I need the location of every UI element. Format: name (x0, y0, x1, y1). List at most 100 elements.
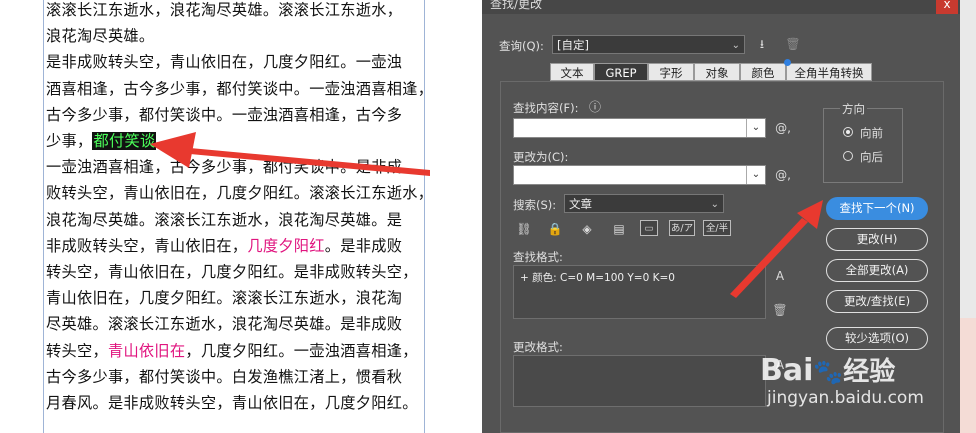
specify-find-format-icon[interactable]: A (771, 268, 789, 284)
text-run: 尽英雄。滚滚长江东逝水，浪花淘尽英雄。是非成败 (46, 315, 403, 334)
include-locked-layers-icon[interactable]: ⛓ (515, 221, 533, 237)
save-query-icon[interactable]: ⭳ (753, 36, 771, 52)
change-find-button[interactable]: 更改/查找(E) (826, 290, 928, 313)
document-line: 尽英雄。滚滚长江东逝水，浪花淘尽英雄。是非成败 (46, 311, 424, 337)
change-format-label: 更改格式: (513, 340, 563, 354)
document-line: 非成败转头空，青山依旧在，几度夕阳红。是非成败 (46, 233, 424, 259)
document-line: 少事，都付笑谈 (46, 128, 424, 154)
tab-label: 对象 (705, 66, 729, 80)
tab-notification-dot (784, 59, 791, 66)
kana-sensitive-icon[interactable]: あ/ア (669, 220, 695, 236)
find-format-label: 查找格式: (513, 250, 563, 264)
forward-label[interactable]: 向前 (860, 125, 883, 141)
watermark-brand-b: 经验 (843, 357, 896, 387)
close-button[interactable]: x (936, 0, 958, 14)
width-sensitive-icon[interactable]: 全/半 (703, 220, 731, 236)
tab-label: 文本 (560, 66, 584, 80)
found-text-highlight: 都付笑谈 (92, 132, 157, 151)
document-line: 滚滚长江东逝水，浪花淘尽英雄。滚滚长江东逝水， (46, 0, 424, 23)
query-select[interactable]: [自定] ⌄ (552, 35, 745, 54)
tab-label: 全角半角转换 (794, 66, 864, 80)
change-all-button[interactable]: 全部更改(A) (826, 259, 928, 282)
info-icon[interactable]: ⓘ (588, 99, 602, 115)
document-line: 转头空，青山依旧在，几度夕阳红。一壶浊酒喜相逢， (46, 338, 424, 364)
text-run: 酒喜相逢，古今多少事，都付笑谈中。一壶浊酒喜相逢， (46, 79, 434, 98)
document-text-frame[interactable]: 滚滚长江东逝水，浪花淘尽英雄。滚滚长江东逝水， 浪花淘尽英雄。是非成败转头空，青山… (46, 0, 433, 416)
tab-grep[interactable]: GREP (594, 63, 648, 81)
include-footnotes-icon[interactable]: ▭ (640, 220, 658, 236)
tab-glyph[interactable]: 字形 (648, 63, 694, 81)
text-run: 少事， (46, 132, 93, 151)
document-line: 败转头空，青山依旧在，几度夕阳红。滚滚长江东逝水， (46, 180, 433, 206)
document-line: 浪花淘尽英雄。 (46, 23, 424, 49)
text-run: 。是非成败 (324, 236, 403, 255)
tab-fullwidth-halfwidth[interactable]: 全角半角转换 (786, 63, 872, 81)
document-line: 一壶浊酒喜相逢，古今多少事，都付笑谈中。是非成 (46, 154, 424, 180)
watermark-url: jingyan.baidu.com (767, 388, 924, 408)
change-format-box[interactable] (513, 355, 766, 407)
change-to-label: 更改为(C): (513, 150, 569, 164)
find-what-input[interactable]: ⌄ (513, 118, 766, 138)
tab-color[interactable]: 颜色 (740, 63, 786, 81)
magenta-text: 几度夕阳红 (247, 236, 325, 255)
query-select-value: [自定] (557, 38, 589, 52)
direction-label: 方向 (840, 101, 867, 117)
document-line: 浪花淘尽英雄。滚滚长江东逝水，浪花淘尽英雄。是 (46, 207, 424, 233)
watermark-brand-a: Bai (760, 353, 814, 388)
fewer-options-button[interactable]: 较少选项(O) (826, 327, 928, 350)
text-run: 败转头空，青山依旧在，几度夕阳红。滚滚长江东逝水， (46, 184, 434, 203)
clear-find-format-icon[interactable]: 🗑 (771, 302, 789, 318)
text-run: 是非成败转头空，青山依旧在，几度夕阳红。一壶浊 (46, 53, 403, 72)
text-run: 古今多少事，都付笑谈中。白发渔樵江渚上，惯看秋 (46, 367, 403, 386)
dialog-titlebar[interactable]: 查找/更改 x (482, 0, 960, 14)
text-run: 浪花淘尽英雄。滚滚长江东逝水，浪花淘尽英雄。是 (46, 210, 403, 229)
delete-query-icon[interactable]: 🗑 (784, 36, 802, 52)
chevron-down-icon: ⌄ (710, 199, 719, 210)
include-hidden-layers-icon[interactable]: ◈ (578, 221, 596, 237)
find-format-box[interactable]: + 颜色: C=0 M=100 Y=0 K=0 (513, 265, 766, 319)
magenta-text: 青山依旧在 (107, 341, 186, 360)
tab-label: 字形 (659, 66, 683, 80)
search-scope-select[interactable]: 文章 ⌄ (564, 194, 724, 213)
tab-label: 颜色 (751, 66, 775, 80)
text-run: 古今多少事，都付笑谈中。一壶浊酒喜相逢，古今多 (46, 105, 403, 124)
document-line: 酒喜相逢，古今多少事，都付笑谈中。一壶浊酒喜相逢， (46, 76, 433, 102)
text-run: 浪花淘尽英雄。 (46, 27, 155, 46)
text-run: 青山依旧在，几度夕阳红。滚滚长江东逝水，浪花淘 (46, 289, 403, 308)
text-run: 一壶浊酒喜相逢，古今多少事，都付笑谈中。是非成 (46, 158, 403, 177)
text-run: 转头空， (46, 341, 108, 360)
include-locked-stories-icon[interactable]: 🔒 (546, 221, 564, 237)
chevron-down-icon: ⌄ (731, 40, 740, 51)
dialog-title: 查找/更改 (490, 0, 543, 11)
document-line: 是非成败转头空，青山依旧在，几度夕阳红。一壶浊 (46, 49, 424, 75)
search-label: 搜索(S): (513, 198, 557, 212)
tab-text[interactable]: 文本 (550, 63, 594, 81)
text-run: 滚滚长江东逝水，浪花淘尽英雄。滚滚长江东逝水， (46, 1, 403, 19)
watermark-logo: Bai🐾经验 (760, 351, 895, 388)
background-image-fragment (960, 318, 976, 433)
backward-radio[interactable] (843, 151, 853, 161)
change-button[interactable]: 更改(H) (826, 228, 928, 251)
find-next-button[interactable]: 查找下一个(N) (826, 197, 928, 220)
chevron-down-icon[interactable]: ⌄ (746, 166, 765, 184)
special-characters-icon[interactable]: @, (774, 167, 792, 183)
text-run: 非成败转头空，青山依旧在， (46, 236, 248, 255)
text-frame-left-edge (43, 0, 44, 433)
search-scope-value: 文章 (569, 197, 592, 211)
include-master-pages-icon[interactable]: ▤ (610, 221, 628, 237)
document-page: 滚滚长江东逝水，浪花淘尽英雄。滚滚长江东逝水， 浪花淘尽英雄。是非成败转头空，青山… (0, 0, 482, 433)
paw-icon: 🐾 (813, 358, 844, 386)
query-label: 查询(Q): (499, 39, 544, 53)
special-characters-icon[interactable]: @, (774, 120, 792, 136)
text-frame-right-edge (424, 0, 425, 433)
tab-object[interactable]: 对象 (694, 63, 740, 81)
chevron-down-icon[interactable]: ⌄ (746, 119, 765, 137)
forward-radio[interactable] (843, 127, 853, 137)
document-line: 月春风。是非成败转头空，青山依旧在，几度夕阳红。 (46, 390, 424, 416)
change-to-input[interactable]: ⌄ (513, 165, 766, 185)
background-strip (960, 0, 976, 433)
text-run: 转头空，青山依旧在，几度夕阳红。是非成败转头空， (46, 263, 418, 282)
document-line: 古今多少事，都付笑谈中。白发渔樵江渚上，惯看秋 (46, 364, 424, 390)
find-what-label: 查找内容(F): (513, 101, 579, 115)
backward-label[interactable]: 向后 (860, 149, 883, 165)
